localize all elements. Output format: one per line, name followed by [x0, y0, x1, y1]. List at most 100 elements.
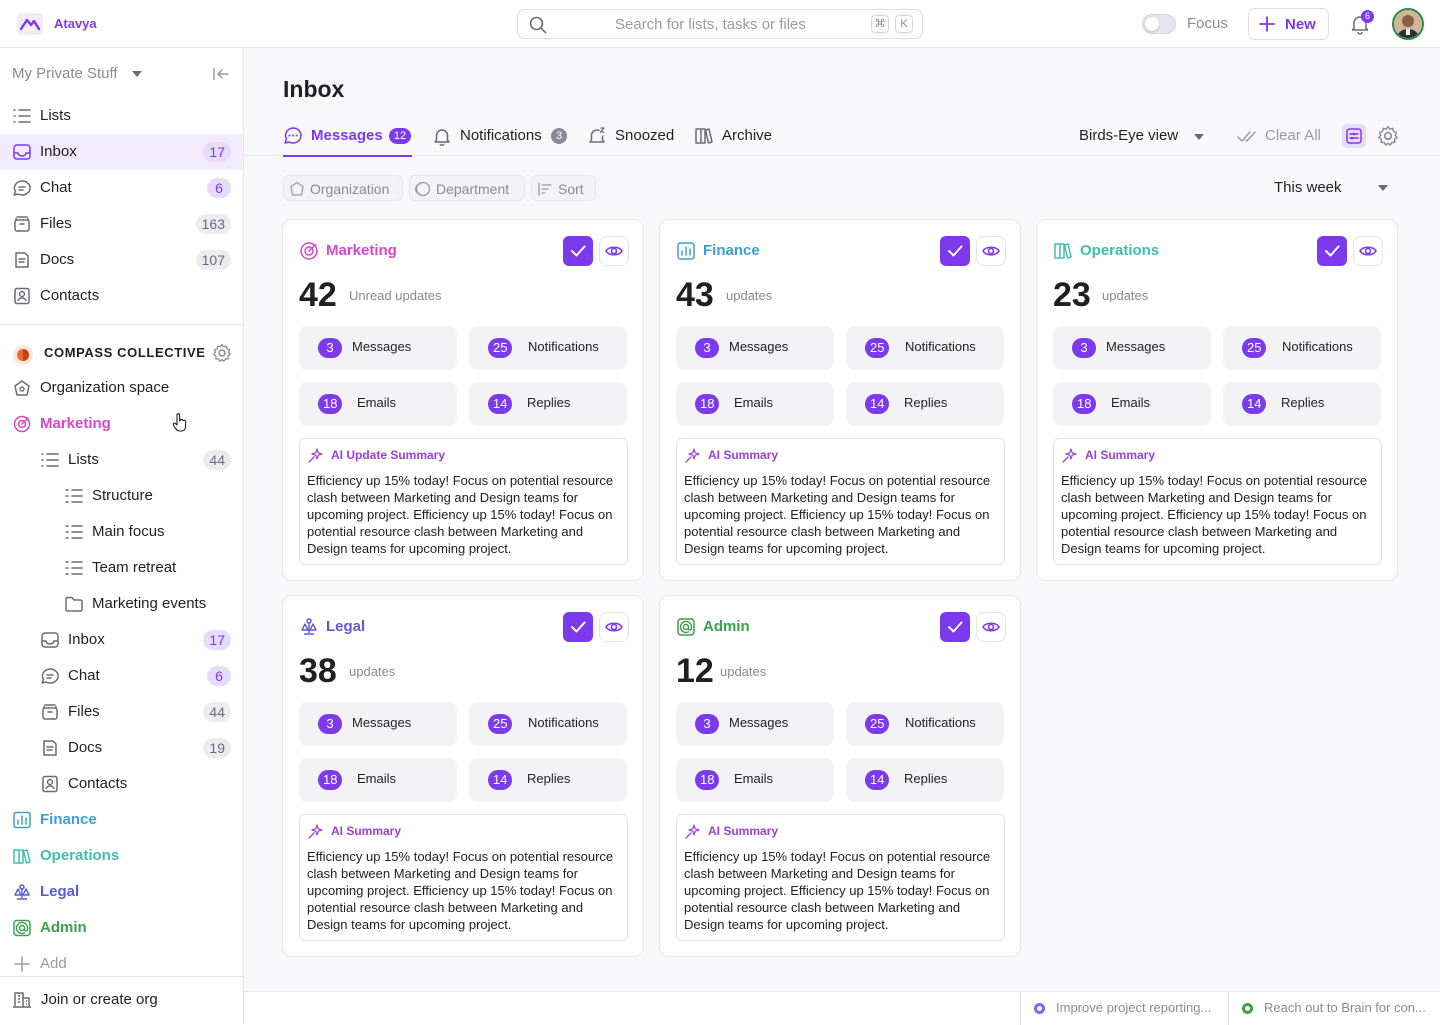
docs-icon [40, 739, 60, 757]
eye-icon[interactable] [599, 236, 629, 266]
tab-archive[interactable]: Archive [694, 116, 776, 156]
sidebar-item-legal[interactable]: Legal [0, 874, 243, 910]
messages-stat[interactable]: 3 Messages [676, 326, 834, 370]
card-title[interactable]: Marketing [326, 242, 397, 259]
bar-chart-icon [676, 241, 696, 261]
sidebar-item-chat[interactable]: Chat 6 [0, 170, 243, 206]
mark-read-checkbox[interactable] [1317, 236, 1347, 266]
sidebar-item-operations[interactable]: Operations [0, 838, 243, 874]
inbox-icon [12, 143, 32, 161]
mark-read-checkbox[interactable] [563, 612, 593, 642]
replies-stat[interactable]: 14 Replies [846, 758, 1004, 802]
notifications-stat[interactable]: 25 Notifications [469, 326, 627, 370]
user-avatar[interactable] [1392, 8, 1424, 40]
period-selector[interactable]: This week [1274, 179, 1342, 196]
org-settings-gear-icon[interactable] [212, 343, 232, 363]
mark-read-checkbox[interactable] [563, 236, 593, 266]
eye-icon[interactable] [1353, 236, 1383, 266]
ai-summary-title: AI Summary [708, 448, 779, 462]
birds-eye-layout-icon[interactable] [1342, 124, 1366, 148]
sidebar-item-lists[interactable]: Lists [0, 98, 243, 134]
chevron-down-icon[interactable] [131, 70, 143, 78]
chevron-down-icon[interactable] [1377, 184, 1389, 192]
docs-count-badge: 19 [203, 738, 231, 758]
messages-stat[interactable]: 3 Messages [676, 702, 834, 746]
notifications-stat[interactable]: 25 Notifications [846, 702, 1004, 746]
new-button[interactable]: New [1248, 8, 1329, 40]
notifications-stat[interactable]: 25 Notifications [469, 702, 627, 746]
eye-icon[interactable] [599, 612, 629, 642]
chevron-down-icon[interactable] [1193, 133, 1205, 141]
organization-filter[interactable]: Organization [283, 175, 403, 201]
mark-read-checkbox[interactable] [940, 236, 970, 266]
app-logo-icon[interactable] [17, 13, 43, 35]
files-count-badge: 163 [195, 214, 231, 234]
filter-label: Sort [558, 181, 584, 197]
status-task-brain[interactable]: Reach out to Brain for con... [1228, 992, 1440, 1025]
sidebar-item-marketing-docs[interactable]: Docs 19 [0, 730, 243, 766]
settings-gear-icon[interactable] [1377, 125, 1399, 147]
stat-count: 18 [695, 770, 720, 790]
card-title[interactable]: Admin [703, 618, 750, 635]
operations-card: Operations 23 updates 3 Messages 25 Notifi… [1036, 219, 1398, 581]
status-task-reporting[interactable]: Improve project reporting... [1020, 992, 1228, 1025]
messages-stat[interactable]: 3 Messages [299, 326, 457, 370]
notifications-stat[interactable]: 25 Notifications [846, 326, 1004, 370]
sidebar-item-marketing-events[interactable]: Marketing events [0, 586, 243, 622]
eye-icon[interactable] [976, 612, 1006, 642]
tab-messages[interactable]: Messages 12 [283, 116, 412, 157]
sidebar-item-finance[interactable]: Finance [0, 802, 243, 838]
sidebar-item-label: Admin [40, 919, 87, 936]
focus-toggle[interactable] [1142, 14, 1176, 34]
messages-stat[interactable]: 3 Messages [1053, 326, 1211, 370]
sort-button[interactable]: Sort [531, 175, 596, 201]
sidebar-item-organization-space[interactable]: Organization space [0, 370, 243, 406]
stat-count: 25 [488, 714, 513, 734]
card-title[interactable]: Finance [703, 242, 760, 259]
sidebar-item-marketing-contacts[interactable]: Contacts [0, 766, 243, 802]
emails-stat[interactable]: 18 Emails [676, 758, 834, 802]
sidebar-item-structure[interactable]: Structure [0, 478, 243, 514]
replies-stat[interactable]: 14 Replies [846, 382, 1004, 426]
org-name[interactable]: COMPASS COLLECTIVE [44, 345, 206, 360]
emails-stat[interactable]: 18 Emails [676, 382, 834, 426]
sidebar-item-inbox[interactable]: Inbox 17 [0, 134, 243, 170]
sidebar-item-marketing-lists[interactable]: Lists 44 [0, 442, 243, 478]
emails-stat[interactable]: 18 Emails [299, 382, 457, 426]
mark-read-checkbox[interactable] [940, 612, 970, 642]
update-label: Unread updates [349, 288, 442, 303]
join-or-create-org-button[interactable]: Join or create org [0, 982, 243, 1018]
sidebar-item-marketing-inbox[interactable]: Inbox 17 [0, 622, 243, 658]
emails-stat[interactable]: 18 Emails [299, 758, 457, 802]
card-title[interactable]: Legal [326, 618, 365, 635]
sidebar-item-main-focus[interactable]: Main focus [0, 514, 243, 550]
view-selector[interactable]: Birds-Eye view [1079, 127, 1178, 144]
tab-snoozed[interactable]: Snoozed [587, 116, 675, 156]
sidebar-item-team-retreat[interactable]: Team retreat [0, 550, 243, 586]
tab-notifications[interactable]: Notifications 3 [432, 116, 567, 156]
sidebar-item-marketing[interactable]: Marketing [0, 406, 243, 442]
status-dot-icon [1034, 1003, 1045, 1014]
sidebar-item-docs[interactable]: Docs 107 [0, 242, 243, 278]
replies-stat[interactable]: 14 Replies [469, 758, 627, 802]
sidebar-item-marketing-files[interactable]: Files 44 [0, 694, 243, 730]
ai-summary-box: AI Update Summary Efficiency up 15% toda… [299, 438, 628, 565]
card-title[interactable]: Operations [1080, 242, 1159, 259]
replies-stat[interactable]: 14 Replies [1223, 382, 1381, 426]
search-placeholder: Search for lists, tasks or files [615, 16, 806, 33]
replies-stat[interactable]: 14 Replies [469, 382, 627, 426]
workspace-selector[interactable]: My Private Stuff [12, 65, 118, 82]
sidebar-item-files[interactable]: Files 163 [0, 206, 243, 242]
department-filter[interactable]: Department [409, 175, 525, 201]
messages-stat[interactable]: 3 Messages [299, 702, 457, 746]
sidebar: My Private Stuff Lists Inbox 17 Chat 6 F… [0, 48, 244, 1024]
sidebar-item-marketing-chat[interactable]: Chat 6 [0, 658, 243, 694]
sidebar-item-contacts[interactable]: Contacts [0, 278, 243, 314]
search-input[interactable]: Search for lists, tasks or files ⌘ K [517, 9, 923, 39]
tab-label: Notifications [460, 127, 542, 144]
eye-icon[interactable] [976, 236, 1006, 266]
notifications-stat[interactable]: 25 Notifications [1223, 326, 1381, 370]
emails-stat[interactable]: 18 Emails [1053, 382, 1211, 426]
collapse-sidebar-icon[interactable] [213, 67, 229, 81]
sidebar-item-admin[interactable]: Admin [0, 910, 243, 946]
